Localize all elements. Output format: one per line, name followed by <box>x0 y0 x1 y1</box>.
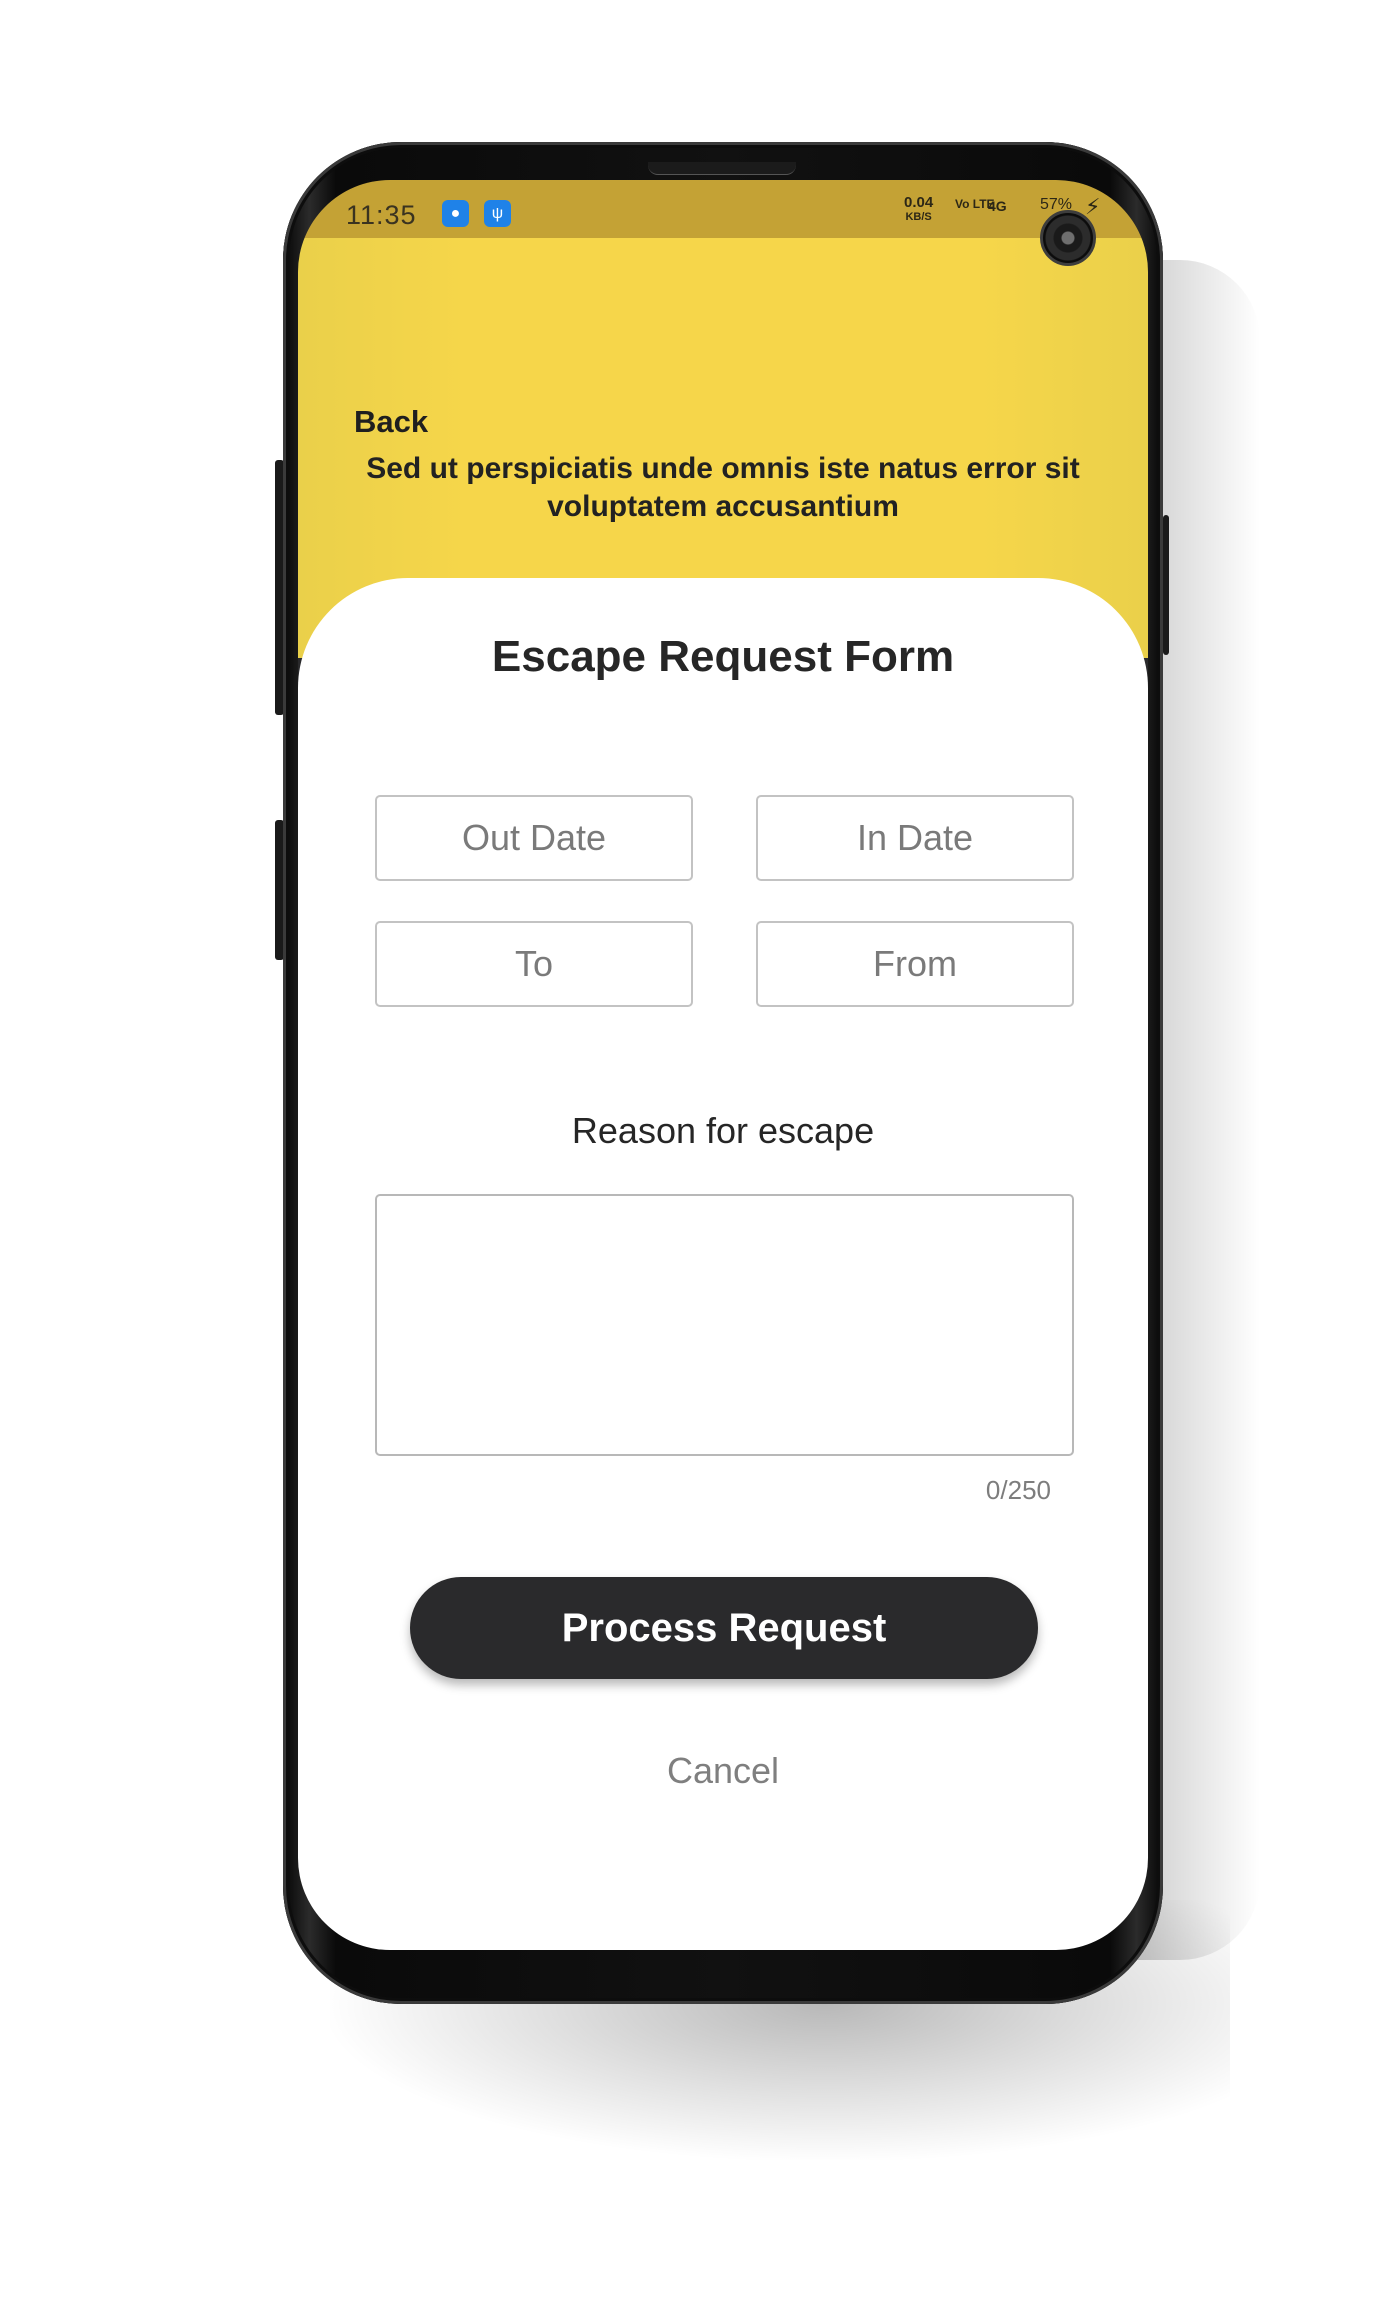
in-date-field[interactable]: In Date <box>756 795 1074 881</box>
android-icon: ● <box>442 200 469 227</box>
phone-screen: 11:35 ● ψ 0.04 KB/S Vo LTE 4G 57% ⚡ Back… <box>298 180 1148 1950</box>
power-button <box>1163 515 1169 655</box>
status-bar: 11:35 ● ψ 0.04 KB/S Vo LTE 4G 57% ⚡ <box>298 180 1148 238</box>
network-speed-unit: KB/S <box>905 211 932 223</box>
reason-label: Reason for escape <box>571 1110 875 1151</box>
process-request-button[interactable]: Process Request <box>410 1577 1038 1679</box>
form-title: Escape Request Form <box>491 632 955 681</box>
signal-icon: 4G <box>988 198 1007 214</box>
network-speed: 0.04 KB/S <box>904 194 934 224</box>
status-time: 11:35 <box>346 200 417 230</box>
character-counter: 0/250 <box>985 1475 1051 1505</box>
front-camera-icon <box>1040 210 1096 266</box>
earpiece-speaker <box>648 162 796 175</box>
header-tagline: Sed ut perspiciatis unde omnis iste natu… <box>366 452 1080 523</box>
reason-textarea[interactable] <box>375 1194 1074 1456</box>
back-button[interactable]: Back <box>354 404 428 440</box>
charging-icon: ⚡ <box>1085 194 1101 219</box>
from-field[interactable]: From <box>756 921 1074 1007</box>
network-speed-value: 0.04 <box>904 194 934 211</box>
out-date-field[interactable]: Out Date <box>375 795 693 881</box>
cancel-button[interactable]: Cancel <box>298 1750 1148 1792</box>
to-field[interactable]: To <box>375 921 693 1007</box>
usb-icon: ψ <box>484 200 511 227</box>
